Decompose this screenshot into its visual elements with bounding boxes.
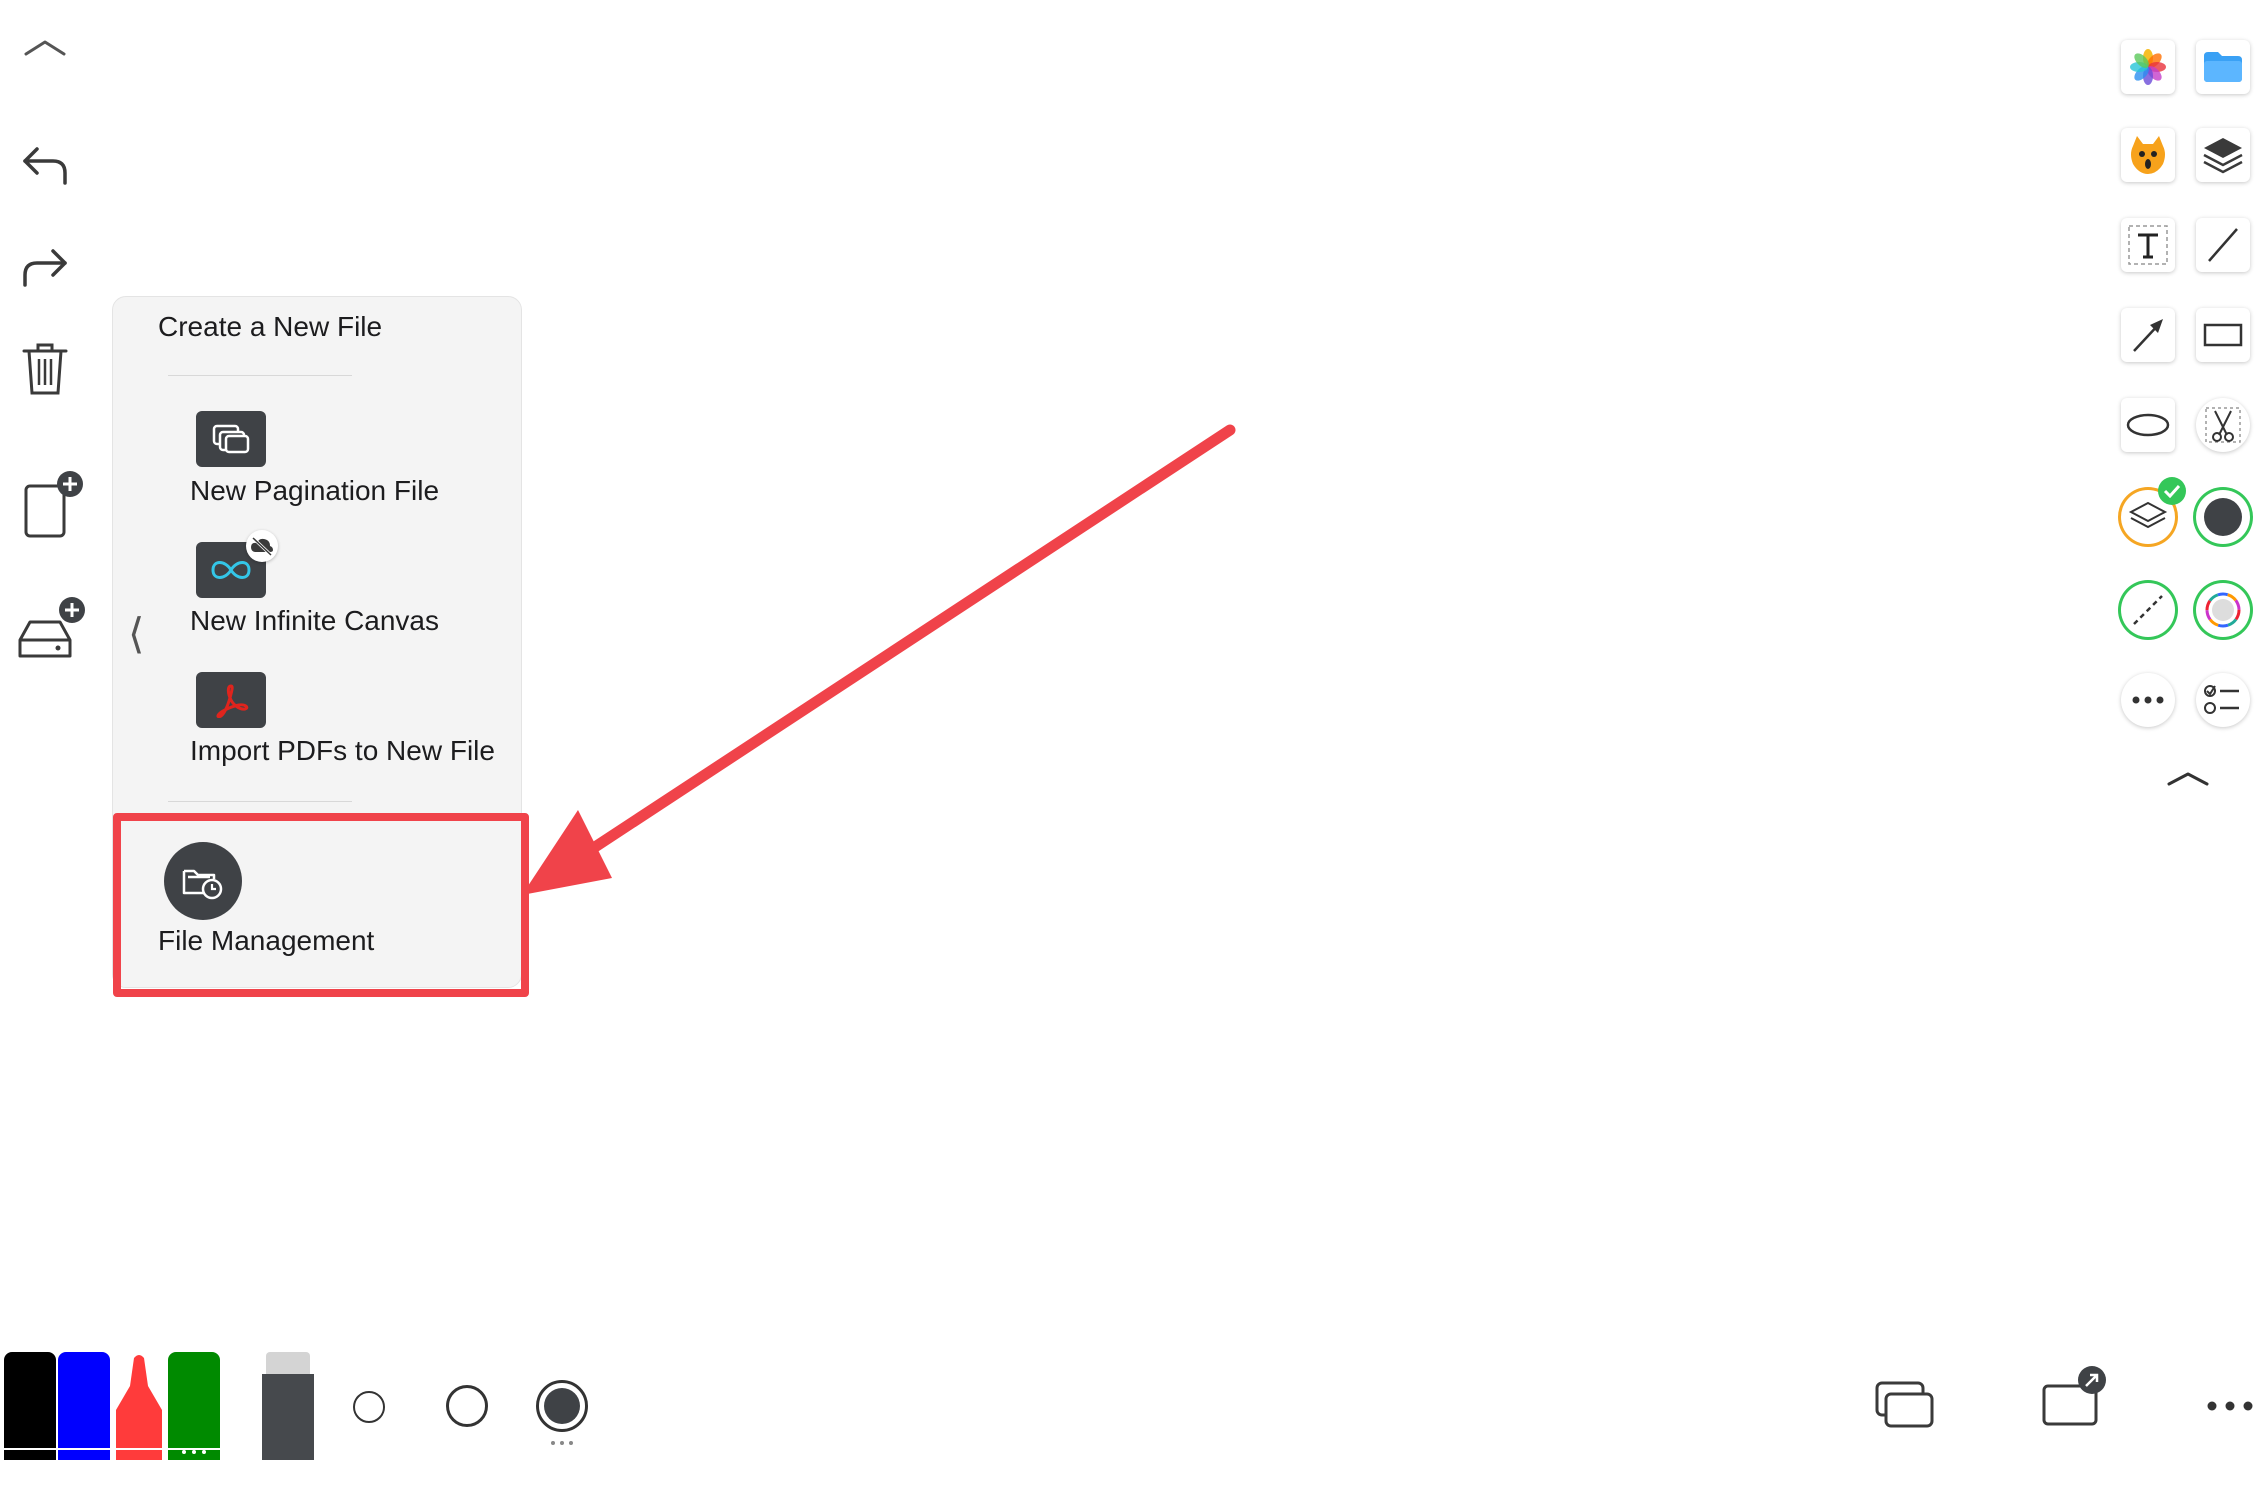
undo-icon [23,147,67,185]
pages-button[interactable] [1874,1380,1936,1430]
menu-header: Create a New File [158,311,383,342]
scissors-icon [2205,407,2241,443]
highlight-box [113,813,529,997]
small-dot-size[interactable] [353,1391,385,1423]
arrow-icon [2133,319,2163,352]
fill-color-button[interactable] [2196,490,2250,544]
green-marker[interactable] [168,1352,220,1460]
black-marker[interactable] [4,1352,56,1460]
share-icon [2042,1366,2106,1426]
delete-button[interactable] [14,338,76,400]
cloud-off-icon [246,530,278,562]
fill-color-icon [2204,498,2242,536]
large-dot-size[interactable] [536,1380,588,1432]
import-pdfs-label: Import PDFs to New File [190,735,495,766]
pages-icon [1875,1381,1934,1428]
more-icon [551,1441,573,1445]
more-icon [182,1450,206,1454]
eraser[interactable] [262,1352,314,1460]
pdf-icon [196,672,266,728]
layer-select-icon [2128,501,2168,529]
layers-icon [2203,138,2243,174]
dashed-line-button[interactable] [2121,583,2175,637]
chevron-up-icon [24,40,66,56]
add-storage-button[interactable] [14,596,90,666]
more-options-button[interactable] [2206,1400,2254,1412]
add-page-icon [24,471,83,538]
menu-divider [168,375,352,376]
arrow-tool-button[interactable] [2121,308,2175,362]
undo-button[interactable] [14,134,76,196]
cut-tool-button[interactable] [2196,398,2250,452]
share-button[interactable] [2040,1364,2106,1430]
photos-button[interactable] [2121,40,2175,94]
rectangle-icon [2203,323,2243,347]
blue-marker[interactable] [58,1352,110,1460]
collapse-palette-button[interactable] [2166,766,2210,790]
add-storage-icon [18,597,85,658]
checklist-icon [2204,685,2239,714]
text-box-button[interactable] [2121,218,2175,272]
redo-button[interactable] [14,236,76,298]
pages-icon [196,411,266,467]
new-pagination-file-label: New Pagination File [190,475,440,506]
dashed-line-icon [2133,595,2163,625]
color-wheel-button[interactable] [2196,583,2250,637]
redo-icon [23,249,67,287]
chevron-up-icon [2167,772,2209,786]
files-button[interactable] [2196,40,2250,94]
text-box-icon [2128,225,2168,265]
medium-dot-size[interactable] [446,1385,488,1427]
red-marker[interactable] [112,1352,166,1460]
collapse-toolbar-button[interactable] [14,14,76,76]
menu-divider [168,801,352,802]
photos-icon [2130,49,2166,85]
line-icon [2208,228,2238,262]
layers-button[interactable] [2196,128,2250,182]
more-tools-button[interactable] [2121,673,2175,727]
sticker-icon [2131,136,2165,174]
checklist-button[interactable] [2196,673,2250,727]
check-badge-icon [2158,477,2186,505]
more-icon [2207,1401,2253,1411]
sticker-button[interactable] [2121,128,2175,182]
color-wheel-icon [2205,592,2241,628]
line-tool-button[interactable] [2196,218,2250,272]
ellipse-icon [2126,413,2170,437]
more-icon [2132,696,2164,704]
ellipse-tool-button[interactable] [2121,398,2175,452]
rectangle-tool-button[interactable] [2196,308,2250,362]
new-infinite-canvas-label: New Infinite Canvas [190,605,440,636]
add-page-button[interactable] [14,470,90,540]
back-chevron-icon[interactable]: ⟨ [128,609,144,658]
trash-icon [22,343,68,395]
annotation-arrow [522,424,1236,895]
folder-icon [2204,52,2242,82]
